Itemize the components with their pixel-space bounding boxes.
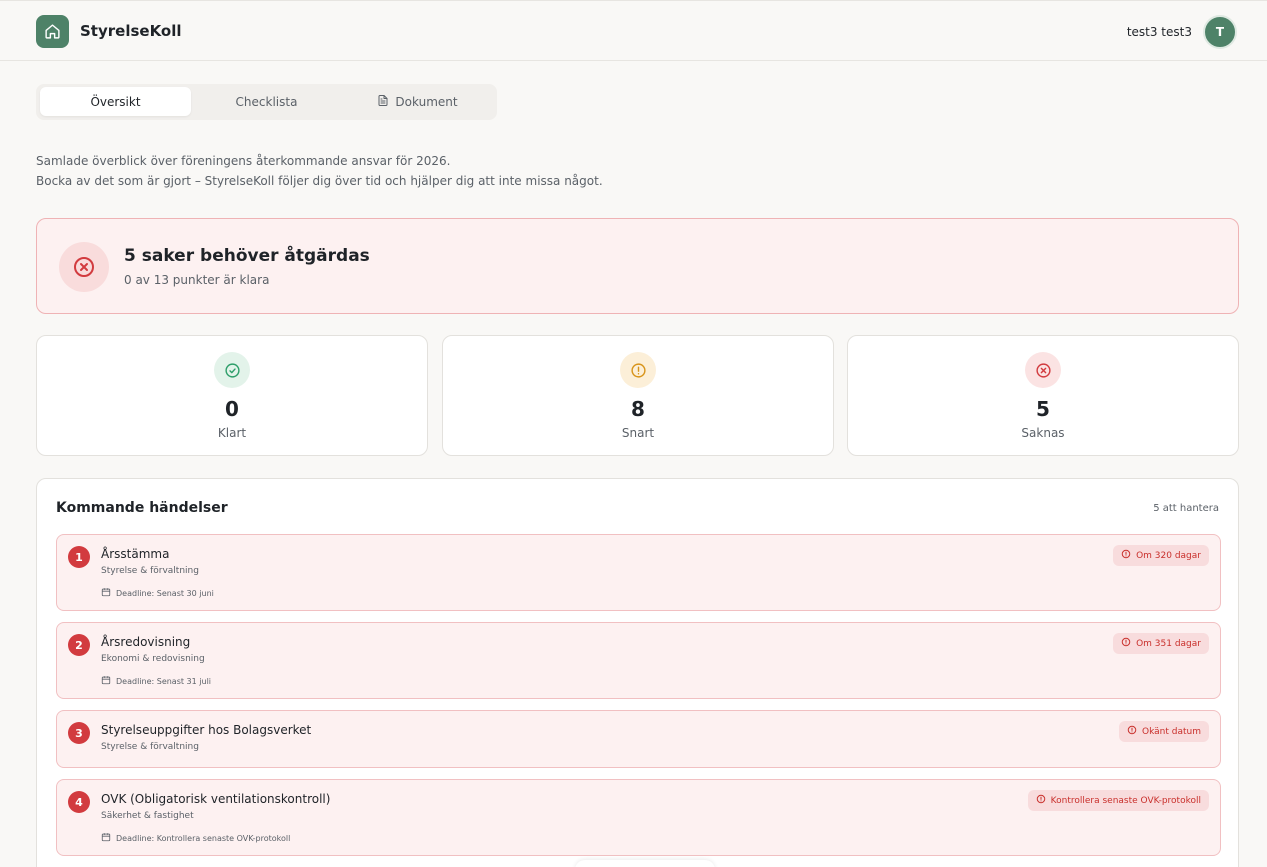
- tab-oversikt[interactable]: Översikt: [40, 87, 191, 116]
- stat-card-snart: 8 Snart: [442, 335, 834, 456]
- event-title: Styrelseuppgifter hos Bolagsverket: [101, 723, 312, 737]
- top-bar: StyrelseKoll test3 test3 T: [0, 0, 1267, 61]
- stat-value: 5: [1036, 397, 1050, 421]
- status-badge: Om 320 dagar: [1113, 545, 1209, 566]
- upcoming-events-panel: Kommande händelser 5 att hantera 1 Årsst…: [36, 478, 1239, 867]
- status-badge: Kontrollera senaste OVK-protokoll: [1027, 790, 1209, 811]
- event-category: Säkerhet & fastighet: [101, 811, 194, 821]
- deadline-text: Deadline: Kontrollera senaste OVK-protok…: [116, 833, 291, 843]
- event-number: 1: [68, 546, 90, 568]
- event-item[interactable]: 2 Årsredovisning Ekonomi & redovisning D…: [56, 622, 1221, 699]
- event-deadline: Deadline: Kontrollera senaste OVK-protok…: [101, 832, 290, 844]
- alert-circle-icon: [620, 352, 656, 388]
- document-icon: [377, 94, 389, 110]
- x-circle-icon: [1025, 352, 1061, 388]
- badge-text: Om 351 dagar: [1136, 638, 1201, 649]
- stat-label: Klart: [217, 426, 247, 440]
- user-name[interactable]: test3 test3: [1127, 25, 1192, 39]
- event-deadline: Deadline: Senast 31 juli: [101, 675, 211, 687]
- intro-line: Samlade överblick över föreningens återk…: [36, 154, 451, 168]
- event-item[interactable]: 3 Styrelseuppgifter hos Bolagsverket Sty…: [56, 710, 1221, 768]
- stat-label: Saknas: [1021, 426, 1065, 440]
- calendar-icon: [101, 675, 111, 687]
- stat-card-saknas: 5 Saknas: [847, 335, 1239, 456]
- event-category: Styrelse & förvaltning: [101, 566, 199, 576]
- tab-dokument[interactable]: Dokument: [342, 87, 493, 116]
- status-badge: Okänt datum: [1119, 721, 1209, 742]
- calendar-icon: [101, 587, 111, 599]
- deadline-text: Deadline: Senast 31 juli: [116, 676, 212, 686]
- alert-subtitle: 0 av 13 punkter är klara: [124, 273, 270, 287]
- alert-title: 5 saker behöver åtgärdas: [124, 246, 370, 266]
- tab-label: Översikt: [90, 94, 141, 109]
- badge-text: Kontrollera senaste OVK-protokoll: [1050, 795, 1201, 806]
- stat-card-klart: 0 Klart: [36, 335, 428, 456]
- event-number: 4: [68, 791, 90, 813]
- tab-bar: Översikt Checklista Dokument: [36, 84, 497, 120]
- status-badge: Om 351 dagar: [1113, 633, 1209, 654]
- badge-text: Om 320 dagar: [1136, 550, 1201, 561]
- tab-label: Checklista: [235, 94, 298, 109]
- event-category: Ekonomi & redovisning: [101, 654, 205, 664]
- avatar[interactable]: T: [1203, 15, 1237, 49]
- alert-circle-icon: [1036, 794, 1046, 807]
- event-item[interactable]: 1 Årsstämma Styrelse & förvaltning Deadl…: [56, 534, 1221, 611]
- home-icon[interactable]: [36, 15, 69, 48]
- event-number: 2: [68, 634, 90, 656]
- app-title: StyrelseKoll: [80, 22, 182, 40]
- event-title: Årsstämma: [101, 547, 170, 561]
- x-circle-icon: [59, 242, 109, 292]
- badge-text: Okänt datum: [1142, 726, 1201, 737]
- stat-value: 8: [631, 397, 645, 421]
- intro-text: Samlade överblick över föreningens återk…: [36, 151, 603, 191]
- event-item[interactable]: 4 OVK (Obligatorisk ventilationskontroll…: [56, 779, 1221, 856]
- tab-label: Dokument: [395, 94, 458, 109]
- deadline-text: Deadline: Senast 30 juni: [116, 588, 214, 598]
- events-title: Kommande händelser: [56, 500, 228, 516]
- calendar-icon: [101, 832, 111, 844]
- stat-value: 0: [225, 397, 239, 421]
- check-circle-icon: [214, 352, 250, 388]
- floating-toolbar[interactable]: [575, 860, 715, 867]
- event-title: Årsredovisning: [101, 635, 191, 649]
- event-title: OVK (Obligatorisk ventilationskontroll): [101, 792, 331, 806]
- alert-circle-icon: [1127, 725, 1137, 738]
- stat-label: Snart: [621, 426, 655, 440]
- events-count: 5 att hantera: [1153, 503, 1219, 514]
- event-category: Styrelse & förvaltning: [101, 742, 199, 752]
- event-number: 3: [68, 722, 90, 744]
- tab-checklista[interactable]: Checklista: [191, 87, 342, 116]
- event-deadline: Deadline: Senast 30 juni: [101, 587, 214, 599]
- alert-circle-icon: [1121, 549, 1131, 562]
- intro-line: Bocka av det som är gjort – StyrelseKoll…: [36, 174, 603, 188]
- alert-circle-icon: [1121, 637, 1131, 650]
- status-alert: 5 saker behöver åtgärdas 0 av 13 punkter…: [36, 218, 1239, 314]
